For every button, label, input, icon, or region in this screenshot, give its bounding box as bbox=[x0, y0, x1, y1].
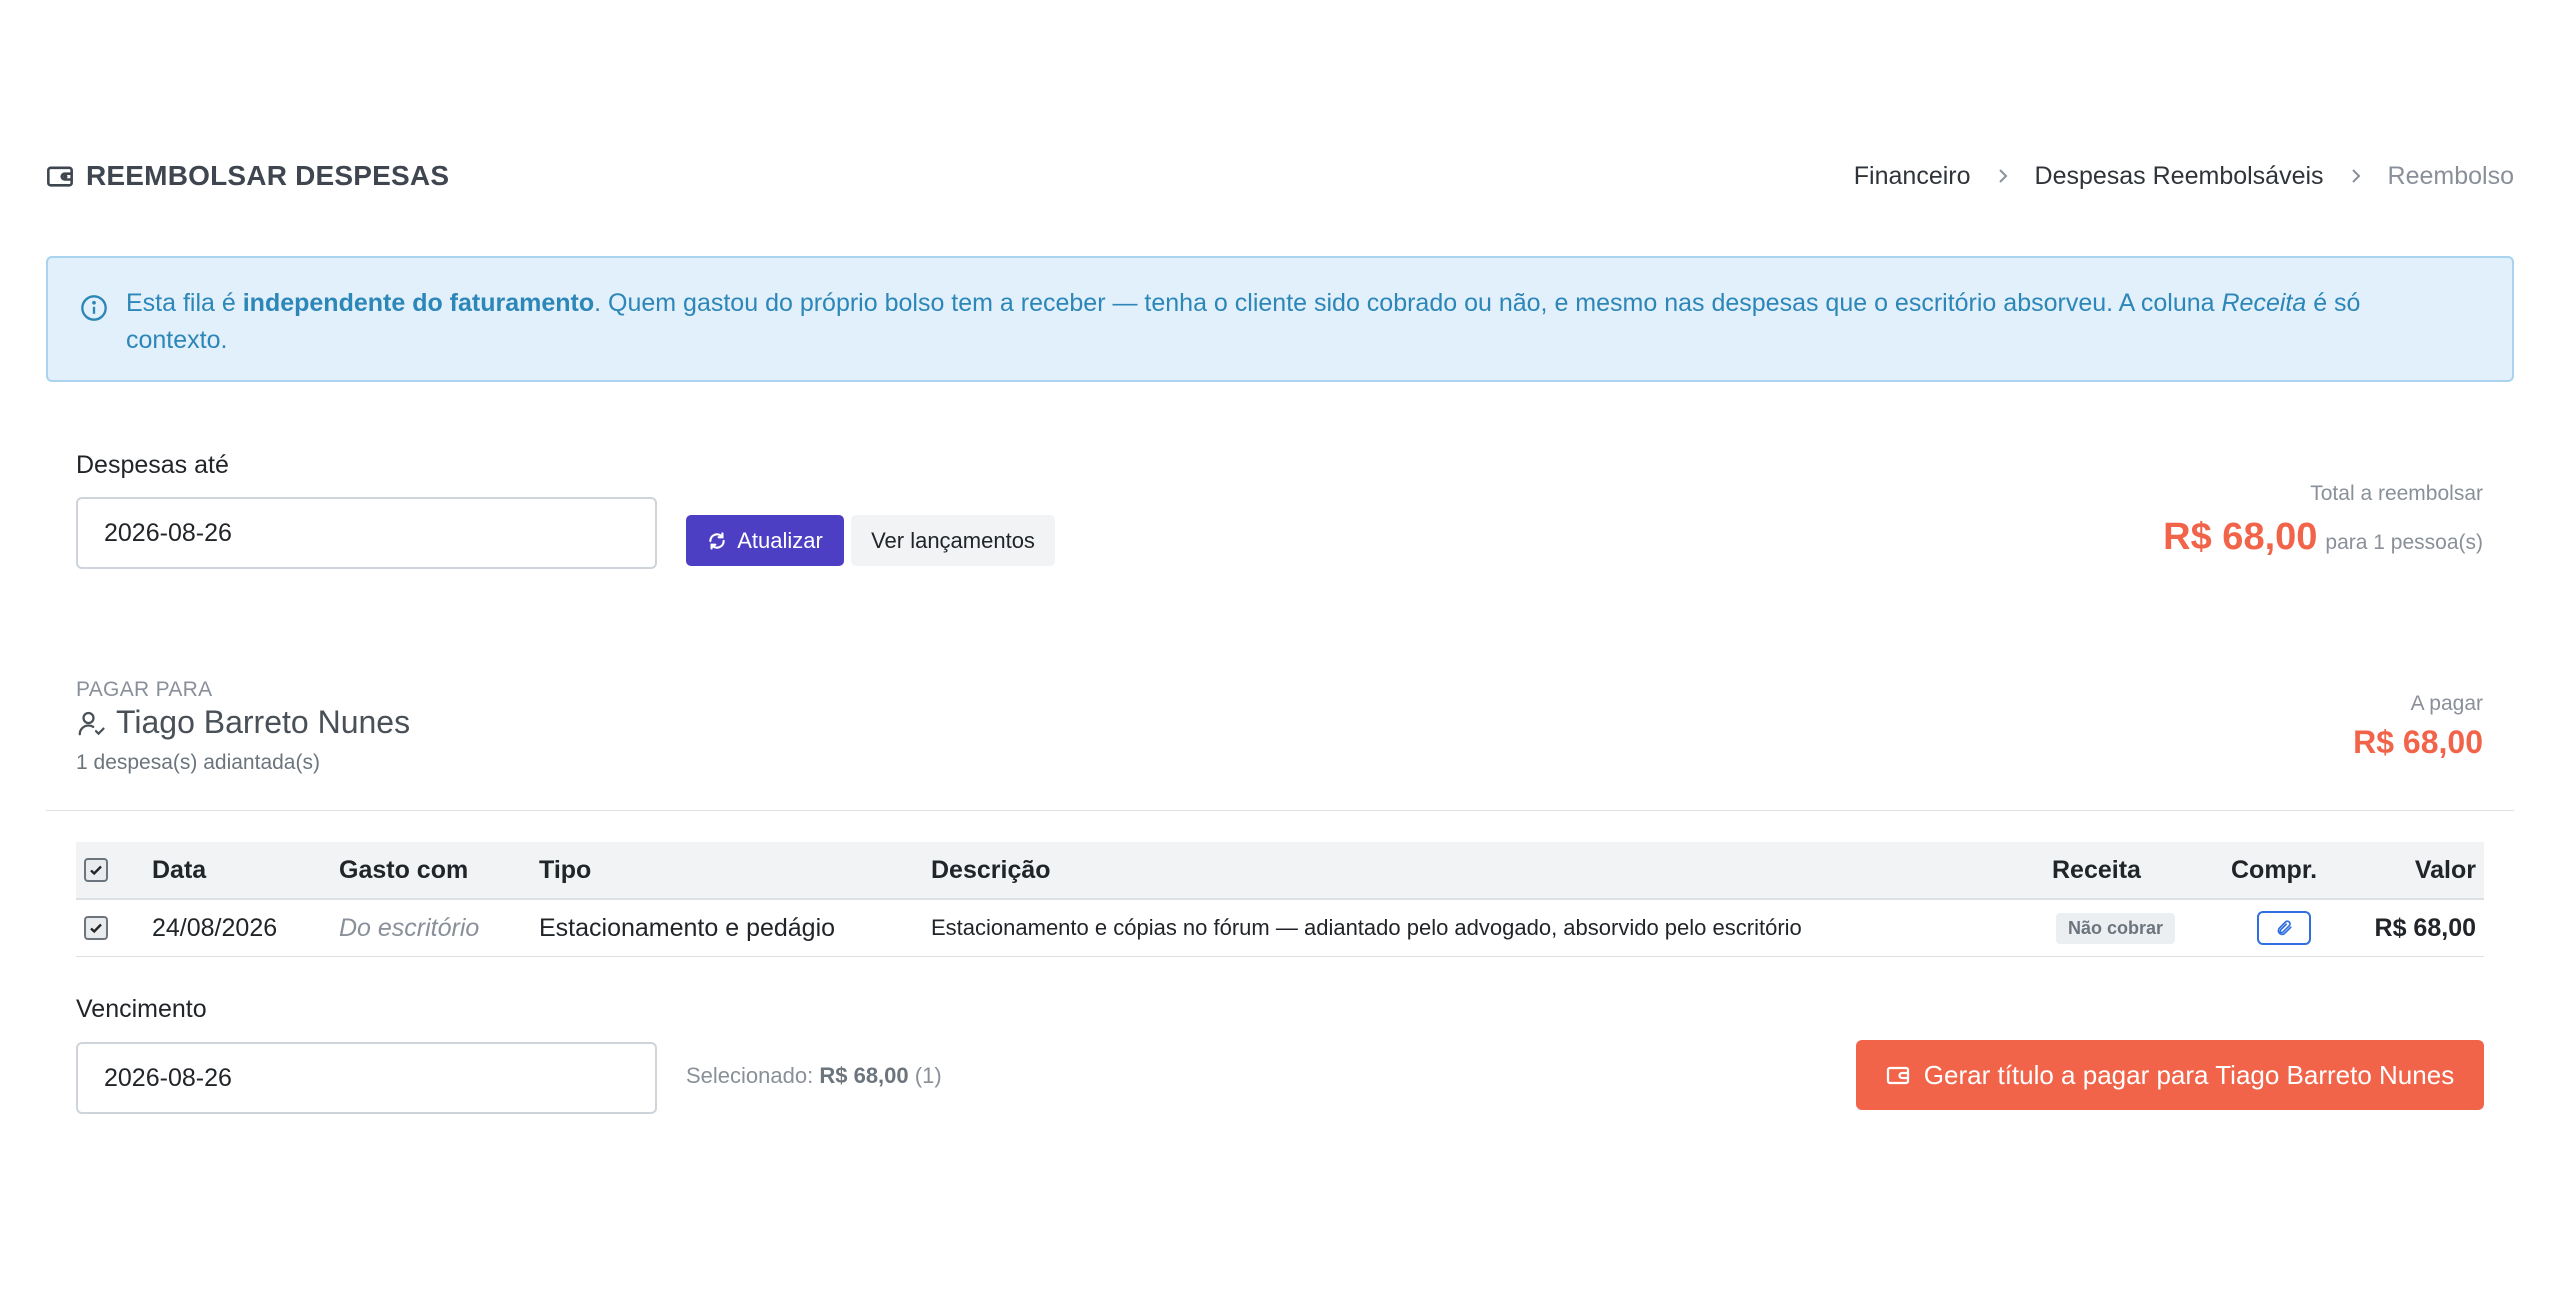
selected-summary: Selecionado: R$ 68,00 (1) bbox=[686, 1063, 942, 1089]
date-until-value: 2026-08-26 bbox=[104, 518, 232, 547]
cell-receita: Não cobrar bbox=[2056, 900, 2176, 956]
date-until-input[interactable]: 2026-08-26 bbox=[76, 497, 657, 569]
chevron-right-icon bbox=[1995, 168, 2011, 184]
status-badge: Não cobrar bbox=[2056, 912, 2176, 944]
select-all-cell bbox=[84, 842, 108, 898]
due-date-value: 2026-08-26 bbox=[104, 1063, 232, 1092]
generate-payable-label: Gerar título a pagar para Tiago Barreto … bbox=[1923, 1059, 2455, 1090]
breadcrumb-despesas-reembolsaveis[interactable]: Despesas Reembolsáveis bbox=[2035, 162, 2324, 191]
info-alert: Esta fila é independente do faturamento.… bbox=[46, 256, 2514, 382]
payee-expense-count: 1 despesa(s) adiantada(s) bbox=[76, 751, 320, 774]
check-icon bbox=[90, 923, 102, 934]
row-select-cell bbox=[84, 900, 108, 956]
total-label: Total a reembolsar bbox=[2310, 482, 2483, 505]
title-wrap: REEMBOLSAR DESPESAS bbox=[46, 160, 449, 192]
view-entries-label: Ver lançamentos bbox=[871, 527, 1035, 553]
cell-descricao: Estacionamento e cópias no fórum — adian… bbox=[931, 915, 1802, 940]
wallet-icon bbox=[47, 166, 73, 187]
table-header: Data Gasto com Tipo Descrição Receita Co… bbox=[76, 842, 2484, 900]
due-date-input[interactable]: 2026-08-26 bbox=[76, 1042, 657, 1114]
page-title: REEMBOLSAR DESPESAS bbox=[86, 160, 450, 191]
cell-data: 24/08/2026 bbox=[152, 913, 278, 942]
refresh-label: Atualizar bbox=[737, 527, 823, 553]
cell-compr bbox=[2257, 900, 2311, 956]
selected-value: R$ 68,00 bbox=[819, 1063, 909, 1088]
table-row: 24/08/2026 Do escritório Estacionamento … bbox=[76, 900, 2484, 957]
col-receita[interactable]: Receita bbox=[2052, 842, 2141, 898]
total-people: para 1 pessoa(s) bbox=[2325, 531, 2483, 554]
col-valor[interactable]: Valor bbox=[2415, 842, 2476, 898]
payee-name: Tiago Barreto Nunes bbox=[116, 704, 411, 740]
page-header: REEMBOLSAR DESPESAS Financeiro Despesas … bbox=[46, 153, 2514, 199]
row-checkbox[interactable] bbox=[84, 916, 108, 940]
total-value: R$ 68,00 bbox=[2163, 516, 2318, 558]
to-pay-label: A pagar bbox=[2410, 692, 2483, 715]
col-tipo[interactable]: Tipo bbox=[539, 842, 591, 898]
refresh-icon bbox=[709, 531, 725, 550]
cell-tipo: Estacionamento e pedágio bbox=[539, 913, 836, 942]
total-line: R$ 68,00 para 1 pessoa(s) bbox=[2163, 516, 2483, 559]
view-entries-button[interactable]: Ver lançamentos bbox=[851, 515, 1055, 566]
alert-strong: independente do faturamento bbox=[242, 289, 595, 317]
user-check-icon bbox=[78, 711, 105, 735]
divider bbox=[46, 810, 2514, 811]
select-all-checkbox[interactable] bbox=[84, 858, 108, 882]
expenses-table: Data Gasto com Tipo Descrição Receita Co… bbox=[76, 842, 2484, 957]
col-gasto-com[interactable]: Gasto com bbox=[339, 842, 468, 898]
check-icon bbox=[90, 865, 102, 876]
selected-label: Selecionado: bbox=[686, 1063, 814, 1088]
col-data[interactable]: Data bbox=[152, 842, 206, 898]
cell-gasto-com: Do escritório bbox=[339, 913, 480, 942]
alert-emphasis: Receita bbox=[2221, 289, 2307, 317]
refresh-button[interactable]: Atualizar bbox=[686, 515, 844, 566]
pay-to-label: PAGAR PARA bbox=[76, 678, 213, 701]
alert-text-1: Esta fila é bbox=[126, 289, 243, 317]
chevron-right-icon bbox=[2348, 168, 2364, 184]
cell-valor: R$ 68,00 bbox=[2374, 913, 2476, 942]
attachment-button[interactable] bbox=[2257, 911, 2311, 945]
selected-count: (1) bbox=[914, 1063, 942, 1088]
date-until-label: Despesas até bbox=[76, 451, 229, 479]
generate-payable-button[interactable]: Gerar título a pagar para Tiago Barreto … bbox=[1856, 1040, 2484, 1110]
breadcrumb-financeiro[interactable]: Financeiro bbox=[1854, 162, 1971, 191]
breadcrumb-reembolso: Reembolso bbox=[2387, 161, 2514, 190]
payee-name-row: Tiago Barreto Nunes bbox=[76, 704, 410, 741]
col-descricao[interactable]: Descrição bbox=[931, 842, 1051, 898]
wallet-icon bbox=[1886, 1066, 1909, 1085]
info-icon bbox=[81, 295, 107, 321]
col-compr[interactable]: Compr. bbox=[2231, 842, 2317, 898]
paperclip-icon bbox=[2277, 920, 2292, 936]
due-date-label: Vencimento bbox=[76, 995, 207, 1023]
page: REEMBOLSAR DESPESAS Financeiro Despesas … bbox=[0, 0, 2560, 1301]
breadcrumb: Financeiro Despesas Reembolsáveis Reembo… bbox=[1854, 162, 2514, 191]
alert-text-2: . Quem gastou do próprio bolso tem a rec… bbox=[594, 289, 2222, 317]
to-pay-value: R$ 68,00 bbox=[2353, 724, 2483, 760]
